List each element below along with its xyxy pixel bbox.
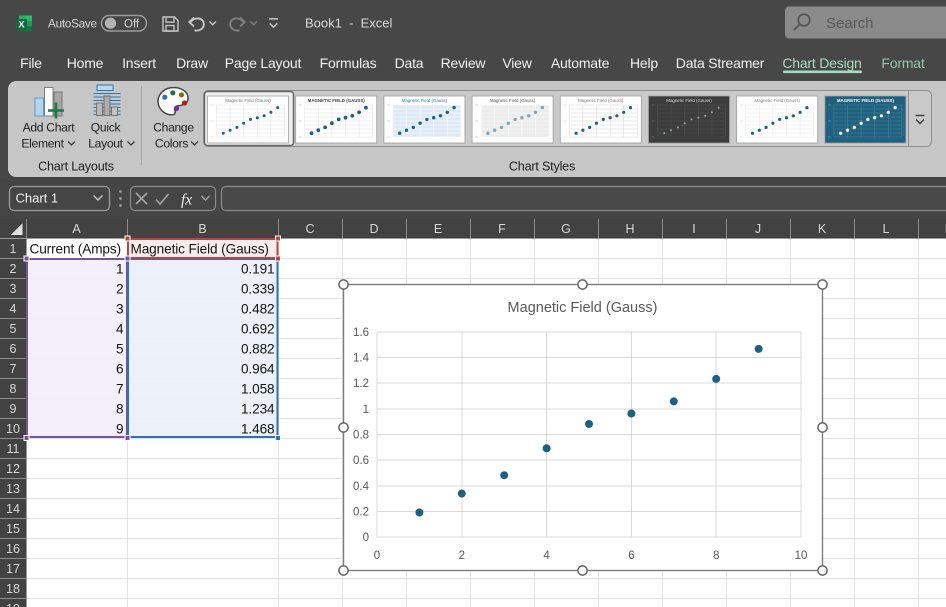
svg-text:7: 7 [10,362,17,376]
svg-text:MAGNETIC FIELD (GAUSS): MAGNETIC FIELD (GAUSS) [308,98,366,103]
svg-text:8: 8 [10,382,17,396]
svg-text:Data: Data [395,55,424,71]
svg-text:I: I [692,222,695,236]
svg-text:0.482: 0.482 [241,302,275,317]
svg-text:E: E [434,222,442,236]
svg-text:2: 2 [10,262,17,276]
svg-text:0.882: 0.882 [241,342,275,357]
svg-text:8: 8 [116,402,123,417]
svg-text:10: 10 [795,550,808,562]
svg-text:Magnetic Field (Gauss): Magnetic Field (Gauss) [225,98,271,103]
svg-text:10: 10 [6,422,20,436]
svg-text:Help: Help [630,55,658,71]
svg-text:18: 18 [6,582,20,596]
svg-text:0.692: 0.692 [241,322,275,337]
svg-text:1: 1 [10,242,17,256]
svg-text:Review: Review [441,55,487,71]
svg-text:C: C [305,222,314,236]
svg-text:Book1 - Excel: Book1 - Excel [305,16,393,31]
svg-text:15: 15 [6,522,20,536]
svg-text:13: 13 [6,482,20,496]
svg-text:Draw: Draw [176,55,209,71]
svg-text:Automate: Automate [551,55,610,71]
svg-text:Current (Amps): Current (Amps) [30,242,122,257]
svg-text:6: 6 [116,362,123,377]
svg-text:1: 1 [116,262,123,277]
svg-text:3: 3 [116,302,123,317]
svg-text:0: 0 [363,532,369,544]
svg-text:Data Streamer: Data Streamer [676,55,765,71]
svg-text:7: 7 [116,382,123,397]
svg-text:1.2: 1.2 [353,378,369,390]
svg-text:Formulas: Formulas [320,55,377,71]
svg-text:0.8: 0.8 [353,430,369,442]
svg-text:5: 5 [10,322,17,336]
svg-text:5: 5 [116,342,123,357]
svg-text:B: B [198,222,206,236]
svg-text:1.468: 1.468 [241,422,275,437]
svg-text:H: H [625,222,634,236]
svg-text:Home: Home [67,55,104,71]
svg-text:D: D [369,222,378,236]
svg-text:Magnetic Field (Gauss): Magnetic Field (Gauss) [131,242,269,257]
svg-text:3: 3 [10,282,17,296]
svg-text:Magnetic Field (Gauss): Magnetic Field (Gauss) [402,98,448,103]
svg-text:19: 19 [6,602,20,607]
svg-text:4: 4 [10,302,17,316]
svg-text:14: 14 [6,502,20,516]
svg-text:MAGNETIC FIELD (GAUSS): MAGNETIC FIELD (GAUSS) [837,98,895,103]
svg-text:0.339: 0.339 [241,282,275,297]
svg-text:fx: fx [181,192,192,209]
svg-text:View: View [502,55,532,71]
svg-text:0.4: 0.4 [353,481,370,493]
svg-text:1.6: 1.6 [353,327,369,339]
svg-text:Off: Off [124,18,140,30]
svg-text:Magnetic Field (Gauss): Magnetic Field (Gauss) [490,98,536,103]
svg-text:0.2: 0.2 [353,506,369,518]
svg-text:Chart Design: Chart Design [782,55,861,71]
svg-text:Magnetic Field (Gauss): Magnetic Field (Gauss) [508,300,658,316]
svg-text:12: 12 [6,462,20,476]
svg-text:Page Layout: Page Layout [225,55,302,71]
svg-text:1.234: 1.234 [241,402,275,417]
svg-text:0.964: 0.964 [241,362,275,377]
svg-text:17: 17 [6,562,20,576]
svg-text:1.4: 1.4 [353,353,370,365]
svg-text:Insert: Insert [122,55,156,71]
svg-text:1.058: 1.058 [241,382,275,397]
svg-text:Magnetic Field (Gauss): Magnetic Field (Gauss) [666,98,712,103]
svg-text:J: J [755,222,761,236]
svg-text:Format: Format [881,55,924,71]
svg-text:16: 16 [6,542,20,556]
svg-text:F: F [498,222,506,236]
svg-text:1: 1 [363,404,369,416]
svg-text:Magnetic Field (Gauss): Magnetic Field (Gauss) [578,98,624,103]
svg-text:4: 4 [543,550,550,562]
svg-text:0.6: 0.6 [353,455,369,467]
svg-text:A: A [72,222,81,236]
svg-text:9: 9 [10,402,17,416]
svg-text:4: 4 [116,322,124,337]
svg-text:9: 9 [116,422,123,437]
svg-text:Magnetic Field (Gauss): Magnetic Field (Gauss) [755,98,801,103]
svg-text:File: File [20,55,42,71]
svg-text:AutoSave: AutoSave [48,17,97,31]
svg-text:Search: Search [826,15,874,32]
svg-text:8: 8 [713,550,719,562]
svg-text:6: 6 [628,550,634,562]
svg-text:K: K [818,222,827,236]
svg-text:0.191: 0.191 [241,262,275,277]
svg-text:6: 6 [10,342,17,356]
svg-text:11: 11 [7,442,20,456]
svg-text:0: 0 [374,550,380,562]
svg-text:G: G [561,222,571,236]
svg-text:2: 2 [459,550,465,562]
svg-text:X: X [18,19,25,30]
svg-text:2: 2 [116,282,123,297]
svg-text:Chart 1: Chart 1 [16,191,59,206]
svg-text:L: L [883,222,890,236]
